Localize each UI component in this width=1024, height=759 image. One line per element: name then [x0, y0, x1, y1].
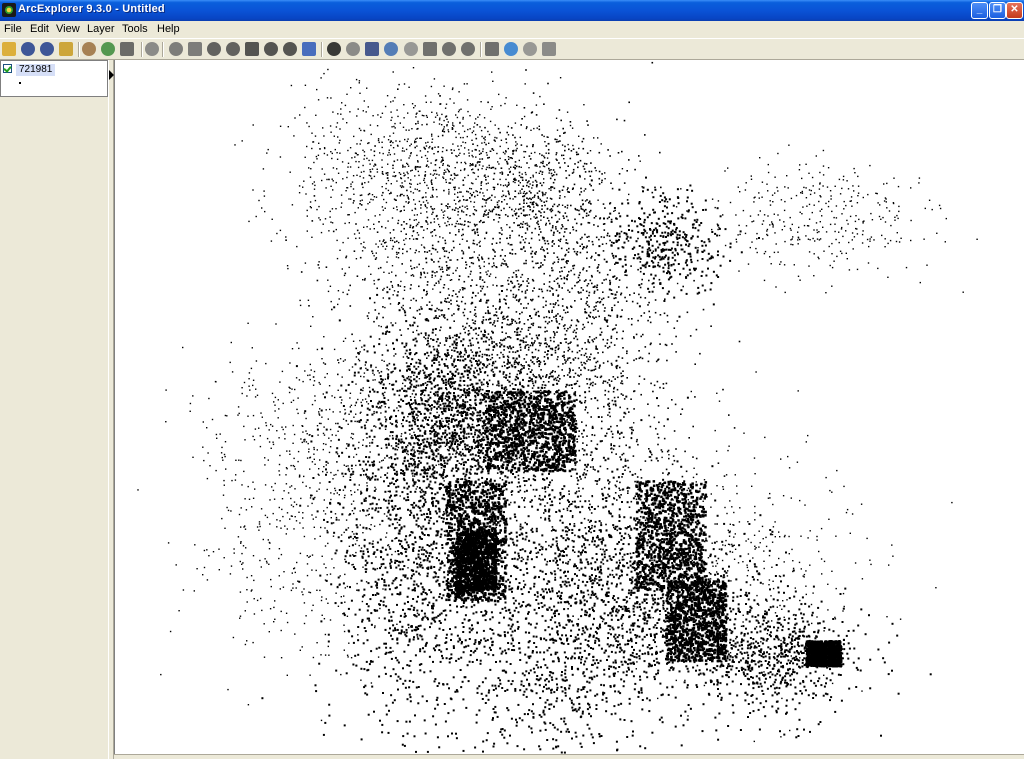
status-bar [114, 754, 1024, 759]
zoom-out-icon[interactable] [264, 42, 278, 56]
globe-icon[interactable] [302, 42, 316, 56]
forward-icon[interactable] [188, 42, 202, 56]
stop-icon[interactable] [145, 42, 159, 56]
folder-icon[interactable] [59, 42, 73, 56]
toolbar-separator [321, 42, 323, 57]
toolbar [0, 38, 1024, 60]
layer-visibility-checkbox[interactable] [3, 64, 12, 73]
open-folder-icon[interactable] [2, 42, 16, 56]
toolbar-separator [162, 42, 164, 57]
app-icon[interactable] [2, 3, 16, 17]
point-symbol-icon [19, 82, 21, 84]
restore-button[interactable]: ❐ [989, 2, 1006, 19]
point-layer [137, 61, 978, 754]
toolbar-separator [480, 42, 482, 57]
save-icon[interactable] [21, 42, 35, 56]
save-all-icon[interactable] [40, 42, 54, 56]
window-title: ArcExplorer 9.3.0 - Untitled [18, 3, 165, 15]
toolbar-separator [141, 42, 143, 57]
hyperlink-icon[interactable] [504, 42, 518, 56]
menu-layer[interactable]: Layer [87, 23, 115, 35]
print-icon[interactable] [120, 42, 134, 56]
query-icon[interactable] [384, 42, 398, 56]
buffer-icon[interactable] [442, 42, 456, 56]
menu-bar: File Edit View Layer Tools Help [0, 21, 1024, 38]
pan-icon[interactable] [283, 42, 297, 56]
add-data-icon[interactable] [82, 42, 96, 56]
eraser-icon[interactable] [485, 42, 499, 56]
table-of-contents: 721981 [0, 60, 108, 97]
select-icon[interactable] [346, 42, 360, 56]
menu-tools[interactable]: Tools [122, 23, 148, 35]
find-icon[interactable] [365, 42, 379, 56]
title-bar: ArcExplorer 9.3.0 - Untitled _ ❐ ✕ [0, 0, 1024, 21]
measure-icon[interactable] [423, 42, 437, 56]
menu-edit[interactable]: Edit [30, 23, 49, 35]
zoom-in-icon[interactable] [245, 42, 259, 56]
minimize-button[interactable]: _ [971, 2, 988, 19]
zoom-to-layer-icon[interactable] [226, 42, 240, 56]
layer-properties-icon[interactable] [101, 42, 115, 56]
table-icon[interactable] [542, 42, 556, 56]
map-view[interactable] [114, 60, 1024, 754]
properties-icon[interactable] [461, 42, 475, 56]
back-icon[interactable] [169, 42, 183, 56]
full-extent-icon[interactable] [207, 42, 221, 56]
chart-icon[interactable] [404, 42, 418, 56]
close-button[interactable]: ✕ [1006, 2, 1023, 19]
layer-name[interactable]: 721981 [16, 64, 56, 76]
grid-icon[interactable] [523, 42, 537, 56]
toolbar-separator [78, 42, 80, 57]
menu-help[interactable]: Help [157, 23, 180, 35]
menu-file[interactable]: File [4, 23, 22, 35]
menu-view[interactable]: View [56, 23, 80, 35]
identify-icon[interactable] [327, 42, 341, 56]
